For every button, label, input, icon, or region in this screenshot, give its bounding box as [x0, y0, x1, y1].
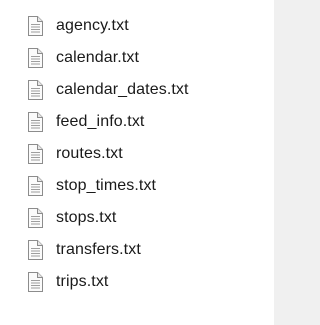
file-name: stops.txt	[56, 209, 117, 226]
file-name: stop_times.txt	[56, 177, 157, 194]
text-file-icon	[28, 16, 43, 36]
file-item-agency[interactable]: agency.txt	[0, 10, 274, 42]
text-file-icon	[28, 208, 43, 228]
text-file-icon	[28, 144, 43, 164]
file-name: calendar_dates.txt	[56, 81, 189, 98]
file-list: agency.txt calendar.txt calendar_dates.t…	[0, 10, 274, 298]
text-file-icon	[28, 240, 43, 260]
text-file-icon	[28, 80, 43, 100]
file-item-stop-times[interactable]: stop_times.txt	[0, 170, 274, 202]
file-item-routes[interactable]: routes.txt	[0, 138, 274, 170]
file-name: routes.txt	[56, 145, 123, 162]
file-name: trips.txt	[56, 273, 109, 290]
file-item-feed-info[interactable]: feed_info.txt	[0, 106, 274, 138]
file-list-pane: agency.txt calendar.txt calendar_dates.t…	[0, 0, 274, 325]
text-file-icon	[28, 48, 43, 68]
file-name: feed_info.txt	[56, 113, 145, 130]
text-file-icon	[28, 112, 43, 132]
file-item-transfers[interactable]: transfers.txt	[0, 234, 274, 266]
file-name: transfers.txt	[56, 241, 141, 258]
file-item-calendar[interactable]: calendar.txt	[0, 42, 274, 74]
file-name: calendar.txt	[56, 49, 140, 66]
file-item-stops[interactable]: stops.txt	[0, 202, 274, 234]
text-file-icon	[28, 272, 43, 292]
file-name: agency.txt	[56, 17, 129, 34]
text-file-icon	[28, 176, 43, 196]
file-item-trips[interactable]: trips.txt	[0, 266, 274, 298]
file-item-calendar-dates[interactable]: calendar_dates.txt	[0, 74, 274, 106]
